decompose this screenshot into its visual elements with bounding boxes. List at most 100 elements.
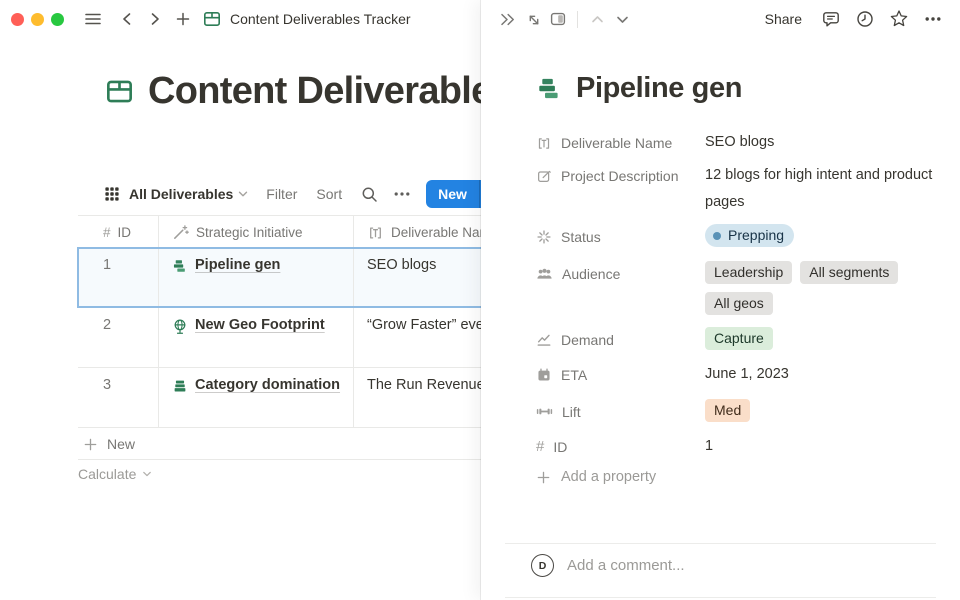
updates-button[interactable] [851,6,878,33]
property-value[interactable]: Prepping [705,224,942,247]
property-value[interactable]: SEO blogs [705,132,942,153]
page-title[interactable]: Content Deliverables Tracker [148,70,481,113]
search-icon [361,186,378,203]
property-value[interactable]: Capture [705,327,942,350]
initiative-cell[interactable]: New Geo Footprint [158,308,353,367]
property-label[interactable]: Deliverable Name [536,132,705,153]
star-icon [889,9,909,29]
new-button[interactable]: New [426,180,481,208]
search-button[interactable] [361,186,378,203]
bar-chart-icon [172,258,188,274]
property-label[interactable]: Project Description [536,165,705,186]
property-row-project-description: Project Description 12 blogs for high in… [536,165,942,216]
page-link[interactable]: Pipeline gen [195,257,280,273]
window-toolbar: Content Deliverables Tracker [0,0,481,38]
deliverable-cell[interactable]: The Run Revenue S [353,368,481,427]
property-label[interactable]: Lift [536,401,705,422]
toolbar-divider [577,11,578,28]
breadcrumb[interactable]: Content Deliverables Tracker [202,9,411,29]
view-chevron-down-icon[interactable] [237,188,249,200]
status-pill[interactable]: Prepping [705,224,794,247]
property-label[interactable]: Audience [536,263,705,284]
view-name[interactable]: All Deliverables [129,186,233,202]
column-header-id[interactable]: # ID [78,216,158,248]
chevron-down-icon [141,468,153,480]
next-record-button[interactable] [610,7,635,32]
lift-tag[interactable]: Med [705,399,750,422]
record-title-row: Pipeline gen [536,72,742,105]
table-row[interactable]: 2 New Geo Footprint “Grow Faster” eve [78,308,481,368]
deliverable-cell[interactable]: “Grow Faster” eve [353,308,481,367]
calculate-button[interactable]: Calculate [78,466,153,482]
row-id: 2 [103,317,111,333]
sidebar-toggle-button[interactable] [80,6,106,32]
sort-button[interactable]: Sort [316,186,342,202]
page-more-button[interactable] [919,6,946,33]
globe-icon [172,318,188,335]
audience-tag[interactable]: All segments [800,261,898,284]
property-value[interactable]: Leadership All segments All geos [705,263,942,315]
column-header-strategic-initiative[interactable]: Strategic Initiative [158,216,353,248]
ellipsis-icon [924,10,942,28]
page-link[interactable]: New Geo Footprint [195,317,325,333]
app-window: Content Deliverables Tracker Content Del… [0,0,960,600]
filter-button[interactable]: Filter [266,186,297,202]
view-bar: All Deliverables Filter Sort New [104,180,481,208]
nav-forward-button[interactable] [142,6,168,32]
page-link[interactable]: Category domination [195,377,340,393]
deliverable-cell[interactable]: SEO blogs [353,248,481,307]
table-view-icon[interactable] [104,186,120,202]
minimize-window-button[interactable] [31,13,44,26]
page-table-icon-large[interactable] [104,76,135,107]
property-value[interactable]: June 1, 2023 [705,364,942,385]
people-icon [536,265,553,282]
comments-button[interactable] [817,6,844,33]
property-list: Deliverable Name SEO blogs Project Descr… [536,132,942,485]
add-property-button[interactable]: Add a property [536,469,942,485]
line-chart-icon [536,332,552,348]
audience-tag[interactable]: All geos [705,292,773,315]
open-full-page-button[interactable] [520,7,545,32]
property-label[interactable]: Demand [536,329,705,350]
zoom-window-button[interactable] [51,13,64,26]
record-title[interactable]: Pipeline gen [576,72,742,105]
view-more-button[interactable] [393,185,411,203]
audience-tag[interactable]: Leadership [705,261,792,284]
row-id: 1 [103,257,111,273]
property-row-deliverable-name: Deliverable Name SEO blogs [536,132,942,153]
column-header-deliverable-name[interactable]: Deliverable Name [353,216,481,248]
panel-bottom-divider [505,597,936,598]
demand-tag[interactable]: Capture [705,327,773,350]
page-title-row: Content Deliverables Tracker [104,70,481,113]
close-window-button[interactable] [11,13,24,26]
table-header-row: # ID Strategic Initiative Deliverable Na… [78,215,481,248]
nav-back-button[interactable] [114,6,140,32]
property-label[interactable]: ETA [536,364,705,385]
comment-input[interactable] [567,557,897,574]
double-chevron-right-icon [499,11,516,28]
favorite-button[interactable] [885,6,912,33]
initiative-cell[interactable]: Category domination [158,368,353,427]
property-value[interactable]: 12 blogs for high intent and product pag… [705,162,942,216]
property-label[interactable]: Status [536,226,705,247]
property-value[interactable]: 1 [705,436,942,457]
previous-record-button[interactable] [585,7,610,32]
bar-chart-icon[interactable] [536,75,563,102]
comment-composer: D [531,554,897,577]
property-value[interactable]: Med [705,399,942,422]
new-tab-button[interactable] [170,6,196,32]
table-row[interactable]: 3 Category domination The Run Revenue S [78,368,481,428]
property-row-audience: Audience Leadership All segments All geo… [536,263,942,315]
property-label[interactable]: # ID [536,436,705,457]
table-row[interactable]: 1 Pipeline gen SEO blogs [78,248,481,308]
share-button[interactable]: Share [765,11,802,27]
initiative-cell[interactable]: Pipeline gen [158,248,353,307]
table-new-row-button[interactable]: New [78,429,481,460]
close-peek-button[interactable] [495,7,520,32]
property-row-id: # ID 1 [536,436,942,457]
title-property-icon [367,224,384,241]
side-peek-mode-button[interactable] [545,7,570,32]
chevron-right-icon [147,11,163,27]
plus-icon [536,470,551,485]
comment-bubble-icon [821,9,841,29]
